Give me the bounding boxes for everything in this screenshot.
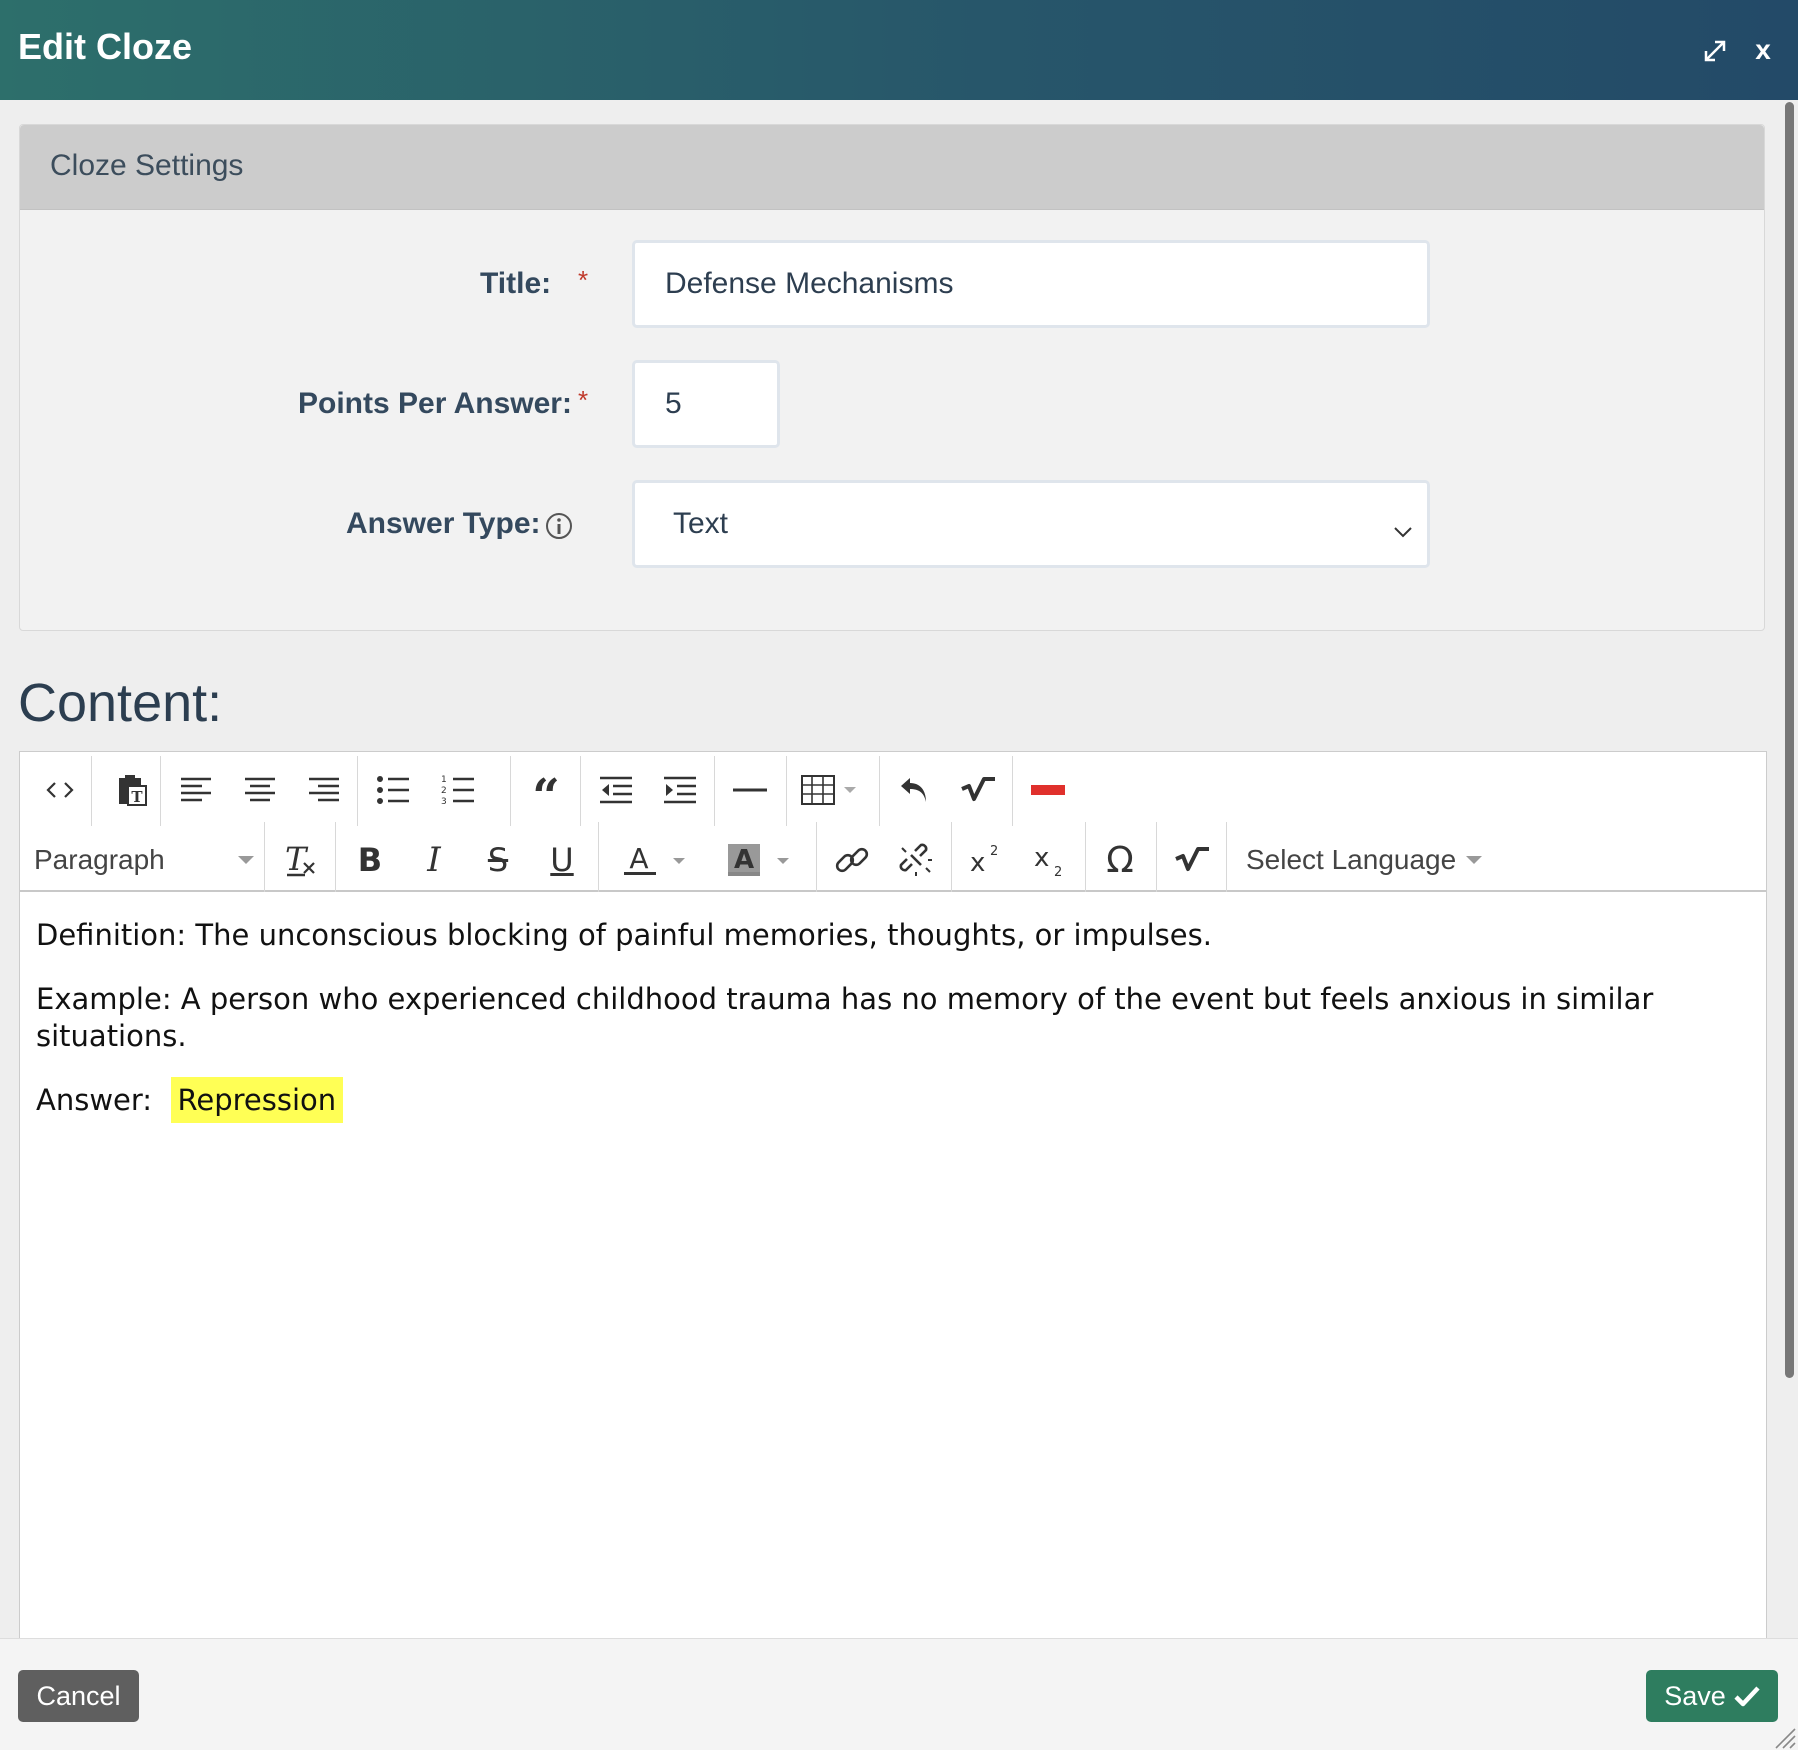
chevron-down-icon — [1393, 513, 1413, 547]
align-right-icon[interactable] — [296, 762, 352, 818]
unlink-icon[interactable] — [888, 832, 944, 888]
expand-icon[interactable] — [1698, 36, 1732, 66]
panel-title: Cloze Settings — [50, 149, 244, 182]
answer-type-select[interactable]: Text — [632, 480, 1430, 568]
svg-text:x: x — [970, 848, 985, 877]
language-select[interactable]: Select Language — [1226, 832, 1486, 888]
clear-format-icon[interactable]: T — [272, 832, 328, 888]
blockquote-icon[interactable]: “ — [518, 762, 574, 818]
svg-text:2: 2 — [441, 786, 447, 796]
underline-icon[interactable]: U — [534, 832, 590, 888]
modal-titlebar: Edit Cloze x — [0, 0, 1798, 100]
chevron-down-icon — [1466, 856, 1483, 864]
svg-text:“: “ — [532, 777, 560, 803]
outdent-icon[interactable] — [588, 762, 644, 818]
answer-type-label: Answer Type: — [346, 507, 541, 540]
link-icon[interactable] — [824, 832, 880, 888]
cancel-button[interactable]: Cancel — [18, 1670, 139, 1722]
close-button[interactable]: x — [1746, 32, 1780, 68]
align-center-icon[interactable] — [232, 762, 288, 818]
info-icon[interactable] — [545, 512, 573, 545]
cloze-answer-highlight[interactable]: Repression — [170, 1077, 344, 1123]
svg-text:1: 1 — [441, 775, 447, 785]
svg-text:2: 2 — [1054, 865, 1062, 878]
save-button[interactable]: Save — [1646, 1670, 1778, 1722]
panel-header: Cloze Settings — [20, 125, 1764, 210]
required-marker: * — [578, 265, 589, 295]
content-heading: Content: — [18, 673, 223, 733]
indent-icon[interactable] — [652, 762, 708, 818]
modal-body: Cloze Settings Title: * Defense Mechanis… — [0, 100, 1798, 1638]
table-icon[interactable] — [794, 762, 866, 818]
numbered-list-icon[interactable]: 123 — [430, 762, 486, 818]
editor-toolbar: T 123 “ — [20, 752, 1766, 892]
bold-icon[interactable]: B — [342, 832, 398, 888]
points-input[interactable]: 5 — [632, 360, 780, 448]
answer-paragraph: Answer: Repression — [36, 1077, 1736, 1123]
cloze-settings-panel: Cloze Settings Title: * Defense Mechanis… — [19, 124, 1765, 631]
italic-icon[interactable]: I — [406, 832, 462, 888]
svg-text:T: T — [131, 788, 143, 806]
scrollbar[interactable] — [1782, 100, 1798, 1638]
chevron-down-icon — [238, 856, 254, 864]
language-select-value: Select Language — [1246, 844, 1457, 875]
cancel-label: Cancel — [36, 1680, 121, 1711]
checkmark-icon — [1734, 1686, 1760, 1707]
svg-text:2: 2 — [990, 844, 998, 859]
svg-text:A: A — [629, 842, 648, 875]
horizontal-rule-icon[interactable] — [722, 762, 778, 818]
format-select[interactable]: Paragraph — [34, 832, 254, 888]
remove-icon[interactable] — [1020, 762, 1076, 818]
svg-text:A: A — [734, 845, 754, 875]
svg-text:3: 3 — [441, 797, 447, 806]
text-color-icon[interactable]: A — [606, 832, 710, 888]
modal-footer: Cancel Save — [0, 1638, 1798, 1750]
required-marker: * — [578, 385, 589, 415]
save-label: Save — [1664, 1680, 1726, 1711]
title-label: Title: — [480, 267, 552, 300]
format-select-value: Paragraph — [34, 844, 165, 875]
points-input-value: 5 — [665, 387, 682, 420]
paste-text-icon[interactable]: T — [104, 762, 160, 818]
resize-handle-icon[interactable] — [1768, 1727, 1796, 1749]
example-paragraph: Example: A person who experienced childh… — [36, 982, 1654, 1053]
superscript-icon[interactable]: x2 — [958, 832, 1014, 888]
title-input-value: Defense Mechanisms — [665, 267, 954, 300]
bullet-list-icon[interactable] — [365, 762, 421, 818]
align-left-icon[interactable] — [168, 762, 224, 818]
math-icon[interactable] — [950, 762, 1006, 818]
answer-prefix: Answer: — [36, 1083, 153, 1117]
editor-content[interactable]: Definition: The unconscious blocking of … — [36, 917, 1736, 1146]
answer-type-value: Text — [673, 507, 729, 540]
code-icon[interactable] — [32, 762, 88, 818]
svg-text:x: x — [1034, 843, 1049, 873]
definition-paragraph: Definition: The unconscious blocking of … — [36, 918, 1212, 952]
math-icon[interactable] — [1164, 832, 1220, 888]
background-color-icon[interactable]: A — [710, 832, 814, 888]
modal-title: Edit Cloze — [18, 26, 193, 67]
rich-text-editor[interactable]: T 123 “ — [19, 751, 1767, 1638]
title-input[interactable]: Defense Mechanisms — [632, 240, 1430, 328]
scrollbar-thumb[interactable] — [1785, 102, 1794, 1378]
strikethrough-icon[interactable]: S — [470, 832, 526, 888]
undo-icon[interactable] — [886, 762, 942, 818]
subscript-icon[interactable]: x2 — [1022, 832, 1078, 888]
special-char-icon[interactable]: Ω — [1092, 832, 1148, 888]
points-label: Points Per Answer: — [298, 387, 572, 420]
